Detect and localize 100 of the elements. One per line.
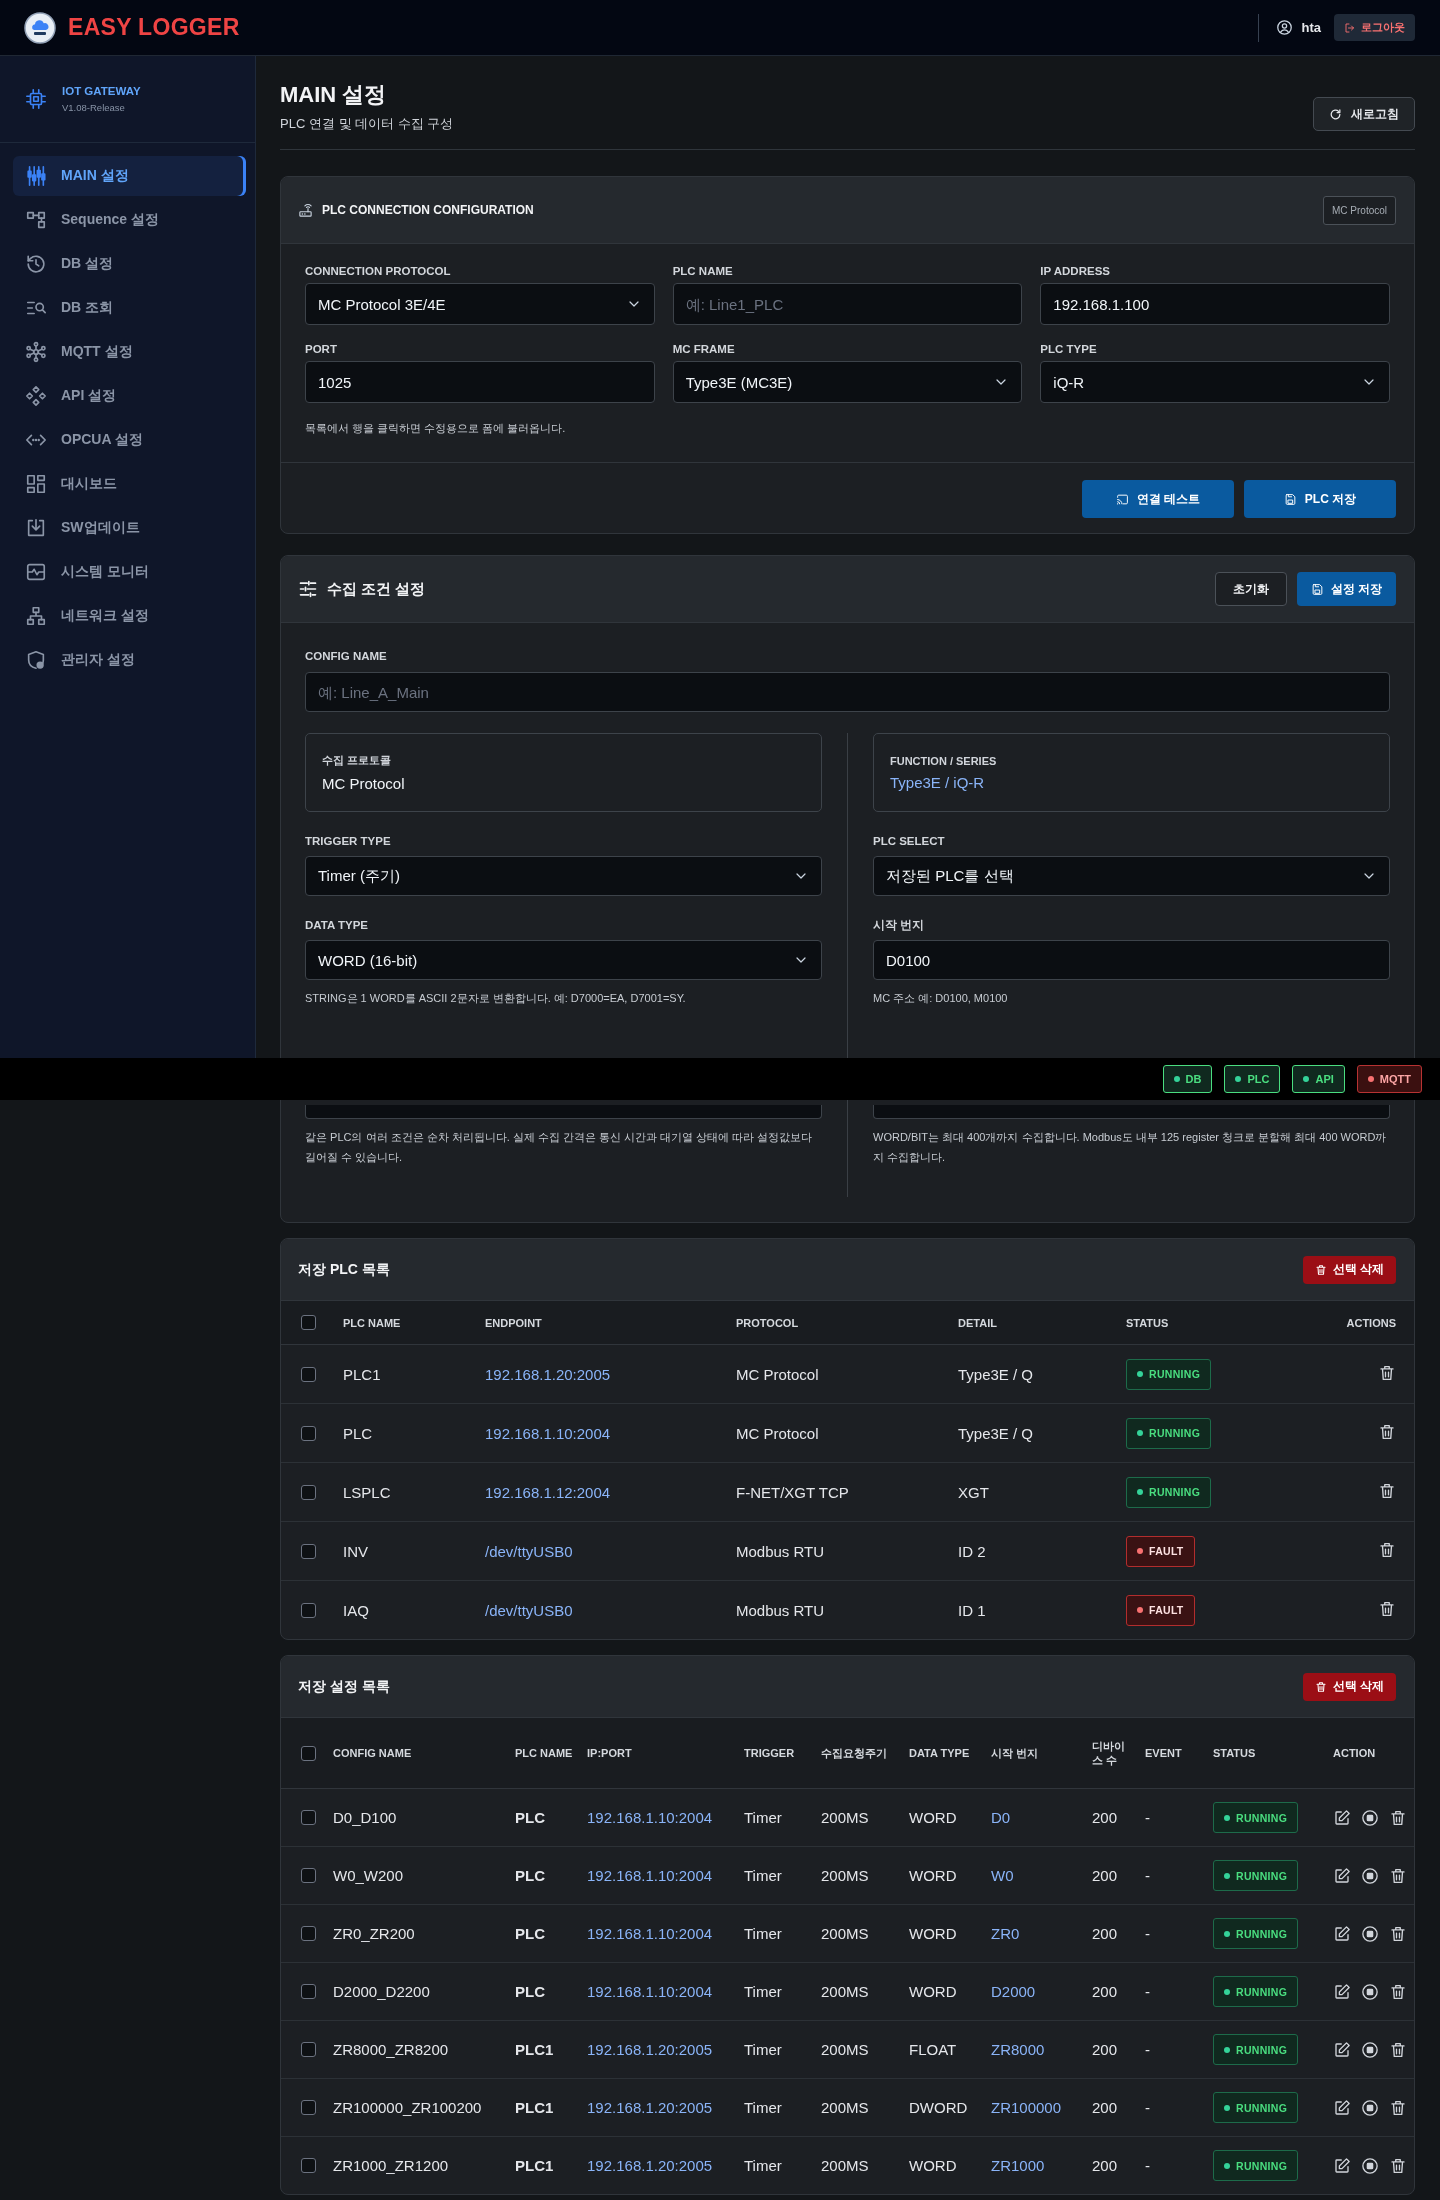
checkbox[interactable] — [301, 1868, 316, 1883]
sidebar-item[interactable]: 네트워크 설정 — [13, 596, 246, 636]
edit-icon — [1333, 1924, 1351, 1943]
delete-button[interactable] — [1378, 1422, 1396, 1441]
delete-button[interactable] — [1389, 1808, 1407, 1827]
sidebar-item[interactable]: OPCUA 설정 — [13, 420, 246, 460]
table-cell: Timer — [744, 1962, 821, 2021]
trash-icon — [1314, 1263, 1327, 1276]
stop-button[interactable] — [1361, 2040, 1379, 2059]
delete-button[interactable] — [1378, 1599, 1396, 1618]
delete-button[interactable] — [1389, 2156, 1407, 2175]
select-field[interactable]: Timer (주기) — [305, 856, 822, 896]
stop-button[interactable] — [1361, 1808, 1379, 1827]
status-label: RUNNING — [1236, 2043, 1288, 2056]
edit-icon — [1333, 1808, 1351, 1827]
checkbox[interactable] — [301, 1425, 316, 1441]
checkbox[interactable] — [301, 1984, 316, 1999]
reset-button[interactable]: 초기화 — [1214, 572, 1287, 606]
table-cell: PLC — [515, 1962, 587, 2021]
cloud-logo-icon — [24, 11, 56, 44]
logout-button[interactable]: 로그아웃 — [1334, 14, 1415, 41]
table-cell: ZR100000 — [991, 2078, 1092, 2137]
checkbox[interactable] — [301, 1745, 316, 1761]
table-cell: 200 — [1092, 1788, 1145, 1847]
table-cell: PLC1 — [515, 2020, 587, 2079]
stop-button[interactable] — [1361, 1924, 1379, 1943]
checkbox[interactable] — [301, 2158, 316, 2173]
delete-button[interactable] — [1389, 2098, 1407, 2117]
input-field[interactable]: 예: Line1_PLC — [672, 283, 1023, 325]
delete-selected-button[interactable]: 선택 삭제 — [1302, 1255, 1396, 1284]
input-field[interactable]: 1025 — [305, 361, 655, 403]
input-field[interactable]: 예: Line_A_Main — [305, 672, 1390, 712]
edit-button[interactable] — [1333, 1924, 1351, 1943]
edit-icon — [1333, 2156, 1351, 2175]
sidebar-item[interactable]: Sequence 설정 — [13, 200, 246, 240]
input-field[interactable]: D0100 — [873, 940, 1390, 980]
checkbox[interactable] — [301, 1602, 316, 1618]
edit-button[interactable] — [1333, 2098, 1351, 2117]
edit-button[interactable] — [1333, 1808, 1351, 1827]
save-button[interactable]: PLC 저장 — [1244, 480, 1396, 518]
select-field[interactable]: MC Protocol 3E/4E — [305, 283, 655, 325]
stop-button[interactable] — [1361, 1982, 1379, 2001]
delete-button[interactable] — [1378, 1363, 1396, 1382]
refresh-button[interactable]: 새로고침 — [1313, 97, 1415, 131]
info-value: Type3E / iQ-R — [890, 773, 986, 791]
select-field[interactable]: Type3E (MC3E) — [672, 361, 1023, 403]
checkbox[interactable] — [301, 1484, 316, 1500]
table-cell: PLC1 — [515, 2078, 587, 2137]
edit-button[interactable] — [1333, 2156, 1351, 2175]
checkbox[interactable] — [301, 1543, 316, 1559]
delete-button[interactable] — [1378, 1540, 1396, 1559]
delete-selected-button[interactable]: 선택 삭제 — [1302, 1672, 1396, 1701]
sidebar-item[interactable]: 관리자 설정 — [13, 640, 246, 680]
select-field[interactable]: WORD (16-bit) — [305, 940, 822, 980]
delete-button[interactable] — [1389, 1982, 1407, 2001]
stop-button[interactable] — [1361, 2156, 1379, 2175]
stop-button[interactable] — [1361, 1866, 1379, 1885]
checkbox[interactable] — [301, 1366, 316, 1382]
sidebar-item[interactable]: 대시보드 — [13, 464, 246, 504]
delete-button[interactable] — [1389, 2040, 1407, 2059]
delete-button[interactable] — [1389, 1924, 1407, 1943]
input-field[interactable] — [305, 1105, 822, 1119]
sidebar-item[interactable]: DB 설정 — [13, 244, 246, 284]
input-field[interactable]: 192.168.1.100 — [1040, 283, 1390, 325]
info-label: FUNCTION / SERIES — [890, 754, 998, 767]
checkbox[interactable] — [301, 2042, 316, 2057]
table-cell: WORD — [909, 1962, 991, 2021]
save-button[interactable]: 설정 저장 — [1296, 572, 1396, 606]
sidebar-item[interactable]: MQTT 설정 — [13, 332, 246, 372]
hint-text: STRING은 1 WORD를 ASCII 2문자로 변환합니다. 예: D7000=EA, D7001=SY. — [305, 991, 687, 1006]
field-label: PORT — [305, 342, 338, 357]
edit-button[interactable] — [1333, 2040, 1351, 2059]
checkbox[interactable] — [301, 1810, 316, 1825]
select-field[interactable]: 저장된 PLC를 선택 — [873, 856, 1390, 896]
table-cell: 200 — [1092, 1962, 1145, 2021]
checkbox[interactable] — [301, 1315, 316, 1330]
status-label: RUNNING — [1149, 1486, 1201, 1498]
status-dot-icon — [1224, 2162, 1230, 2169]
input-field[interactable] — [873, 1105, 1390, 1119]
edit-icon — [1333, 1982, 1351, 2001]
stop-button[interactable] — [1361, 2098, 1379, 2117]
table-cell: MC Protocol — [736, 1403, 958, 1463]
sidebar-item[interactable]: DB 조회 — [13, 288, 246, 328]
test-connection-button[interactable]: 연결 테스트 — [1082, 480, 1234, 518]
sidebar-item[interactable]: 시스템 모니터 — [13, 552, 246, 592]
edit-button[interactable] — [1333, 1866, 1351, 1885]
status-label: PLC — [1247, 1073, 1270, 1085]
status-dot-icon — [1137, 1607, 1143, 1613]
sidebar-item[interactable]: MAIN 설정 — [13, 156, 246, 196]
checkbox[interactable] — [301, 1926, 316, 1941]
user-icon — [1275, 19, 1293, 36]
select-field[interactable]: iQ-R — [1040, 361, 1390, 403]
delete-button[interactable] — [1389, 1866, 1407, 1885]
sidebar-item[interactable]: API 설정 — [13, 376, 246, 416]
delete-button[interactable] — [1378, 1481, 1396, 1500]
sidebar-item[interactable]: SW업데이트 — [13, 508, 246, 548]
checkbox[interactable] — [301, 2100, 316, 2115]
table-cell: 200MS — [821, 1904, 909, 1963]
table-cell: W0 — [991, 1846, 1092, 1905]
edit-button[interactable] — [1333, 1982, 1351, 2001]
